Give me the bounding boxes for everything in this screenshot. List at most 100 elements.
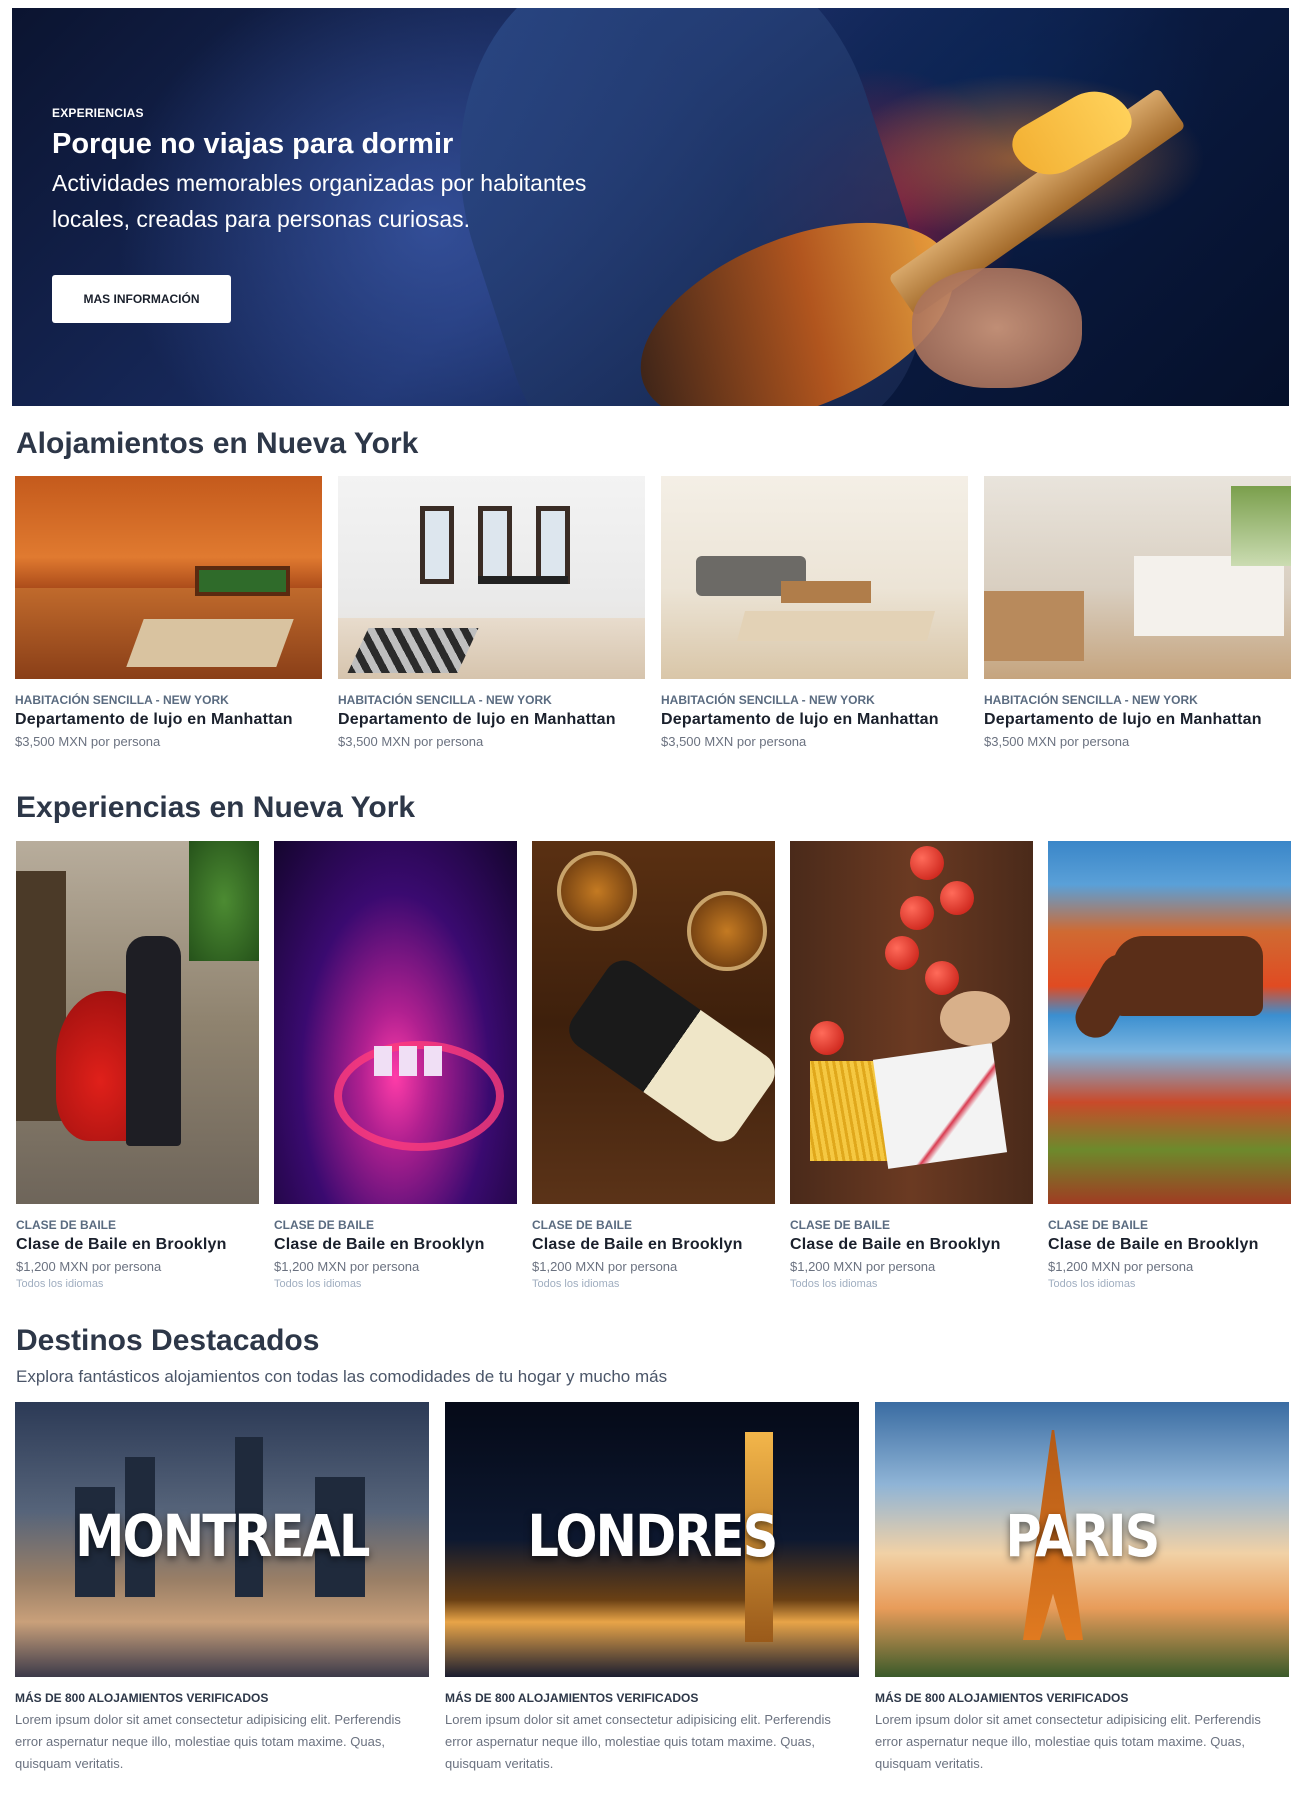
destinations-subtitle: Explora fantásticos alojamientos con tod… — [16, 1367, 668, 1386]
image-detail — [424, 1046, 442, 1076]
accommodation-title[interactable]: Departamento de lujo en Manhattan — [984, 711, 1291, 729]
experience-title[interactable]: Clase de Baile en Brooklyn — [274, 1236, 517, 1254]
experience-image[interactable] — [274, 841, 517, 1204]
accommodation-card[interactable]: HABITACIÓN SENCILLA - NEW YORK Departame… — [661, 476, 968, 749]
destination-label: MÁS DE 800 ALOJAMIENTOS VERIFICADOS — [445, 1691, 699, 1705]
experience-price: $1,200 MXN por persona — [532, 1259, 678, 1274]
accommodation-price: $3,500 MXN por persona — [338, 734, 484, 749]
image-detail — [1231, 486, 1291, 566]
image-detail — [872, 1043, 1008, 1169]
destination-city-name: PARIS — [1005, 1502, 1160, 1570]
destination-city-name: MONTREAL — [75, 1502, 370, 1570]
more-info-button[interactable]: MAS INFORMACIÓN — [52, 275, 231, 323]
experience-price: $1,200 MXN por persona — [790, 1259, 936, 1274]
accommodation-image[interactable] — [984, 476, 1291, 679]
image-detail — [984, 591, 1084, 661]
destination-label: MÁS DE 800 ALOJAMIENTOS VERIFICADOS — [875, 1691, 1129, 1705]
accommodation-image[interactable] — [15, 476, 322, 679]
experience-title[interactable]: Clase de Baile en Brooklyn — [790, 1236, 1033, 1254]
image-detail — [885, 936, 919, 970]
accommodation-image[interactable] — [661, 476, 968, 679]
image-detail — [781, 581, 871, 603]
image-detail — [195, 566, 290, 596]
accommodation-card[interactable]: HABITACIÓN SENCILLA - NEW YORK Departame… — [338, 476, 645, 749]
experience-card[interactable]: CLASE DE BAILE Clase de Baile en Brookly… — [1048, 841, 1291, 1290]
experience-category: CLASE DE BAILE — [532, 1218, 633, 1232]
experience-title[interactable]: Clase de Baile en Brooklyn — [16, 1236, 259, 1254]
experience-title[interactable]: Clase de Baile en Brooklyn — [532, 1236, 775, 1254]
experience-price: $1,200 MXN por persona — [274, 1259, 420, 1274]
destinations-heading: Destinos Destacados — [16, 1324, 320, 1357]
destination-image[interactable]: MONTREAL — [15, 1402, 429, 1677]
destination-image[interactable]: LONDRES — [445, 1402, 859, 1677]
experience-category: CLASE DE BAILE — [790, 1218, 891, 1232]
accommodation-category: HABITACIÓN SENCILLA - NEW YORK — [338, 693, 552, 707]
image-detail — [557, 851, 637, 931]
hero-eyebrow: EXPERIENCIAS — [52, 106, 144, 120]
image-detail — [940, 881, 974, 915]
image-detail — [736, 611, 936, 641]
image-detail — [1134, 556, 1284, 636]
accommodation-price: $3,500 MXN por persona — [15, 734, 161, 749]
accommodation-title[interactable]: Departamento de lujo en Manhattan — [15, 711, 322, 729]
destination-image[interactable]: PARIS — [875, 1402, 1289, 1677]
destination-description: Lorem ipsum dolor sit amet consectetur a… — [445, 1712, 831, 1771]
image-detail — [420, 506, 454, 584]
experience-card[interactable]: CLASE DE BAILE Clase de Baile en Brookly… — [532, 841, 775, 1290]
accommodation-card[interactable]: HABITACIÓN SENCILLA - NEW YORK Departame… — [15, 476, 322, 749]
experience-languages: Todos los idiomas — [1048, 1278, 1136, 1290]
accommodation-card[interactable]: HABITACIÓN SENCILLA - NEW YORK Departame… — [984, 476, 1291, 749]
experience-languages: Todos los idiomas — [532, 1278, 620, 1290]
experience-category: CLASE DE BAILE — [274, 1218, 375, 1232]
image-detail — [687, 891, 767, 971]
image-detail — [910, 846, 944, 880]
accommodation-price: $3,500 MXN por persona — [984, 734, 1130, 749]
image-detail — [810, 1021, 844, 1055]
accommodation-category: HABITACIÓN SENCILLA - NEW YORK — [984, 693, 1198, 707]
image-detail — [536, 506, 570, 584]
destination-description: Lorem ipsum dolor sit amet consectetur a… — [15, 1712, 401, 1771]
hero-hand — [912, 268, 1082, 388]
image-detail — [126, 619, 294, 667]
hero-title: Porque no viajas para dormir — [52, 128, 454, 160]
destination-city-name: LONDRES — [527, 1502, 779, 1570]
image-detail — [126, 936, 181, 1146]
image-detail — [940, 991, 1010, 1046]
image-detail — [478, 506, 512, 584]
destination-card[interactable]: LONDRES MÁS DE 800 ALOJAMIENTOS VERIFICA… — [445, 1402, 859, 1775]
image-detail — [399, 1046, 417, 1076]
hero-subtitle-line: Actividades memorables organizadas por h… — [52, 170, 587, 196]
experience-image[interactable] — [16, 841, 259, 1204]
image-detail — [478, 576, 568, 584]
accommodations-heading: Alojamientos en Nueva York — [16, 427, 419, 460]
destination-card[interactable]: PARIS MÁS DE 800 ALOJAMIENTOS VERIFICADO… — [875, 1402, 1289, 1775]
hero-text: EXPERIENCIAS Porque no viajas para dormi… — [52, 106, 672, 237]
hero-subtitle-line: locales, creadas para personas curiosas. — [52, 206, 471, 232]
hero-banner: EXPERIENCIAS Porque no viajas para dormi… — [12, 8, 1289, 406]
experience-title[interactable]: Clase de Baile en Brooklyn — [1048, 1236, 1291, 1254]
experience-image[interactable] — [790, 841, 1033, 1204]
accommodation-image[interactable] — [338, 476, 645, 679]
experience-card[interactable]: CLASE DE BAILE Clase de Baile en Brookly… — [274, 841, 517, 1290]
image-detail — [561, 952, 775, 1150]
destination-card[interactable]: MONTREAL MÁS DE 800 ALOJAMIENTOS VERIFIC… — [15, 1402, 429, 1775]
experiences-heading: Experiencias en Nueva York — [16, 791, 416, 824]
experience-category: CLASE DE BAILE — [1048, 1218, 1149, 1232]
image-detail — [925, 961, 959, 995]
image-detail — [900, 896, 934, 930]
experience-image[interactable] — [1048, 841, 1291, 1204]
destination-description: Lorem ipsum dolor sit amet consectetur a… — [875, 1712, 1261, 1771]
experience-image[interactable] — [532, 841, 775, 1204]
accommodation-title[interactable]: Departamento de lujo en Manhattan — [338, 711, 645, 729]
accommodation-title[interactable]: Departamento de lujo en Manhattan — [661, 711, 968, 729]
image-detail — [374, 1046, 392, 1076]
experience-card[interactable]: CLASE DE BAILE Clase de Baile en Brookly… — [16, 841, 259, 1290]
accommodation-category: HABITACIÓN SENCILLA - NEW YORK — [661, 693, 875, 707]
image-detail — [334, 1041, 504, 1151]
hero-subtitle: Actividades memorables organizadas por h… — [52, 165, 672, 237]
image-detail — [189, 841, 259, 961]
experience-category: CLASE DE BAILE — [16, 1218, 117, 1232]
experience-price: $1,200 MXN por persona — [1048, 1259, 1194, 1274]
experience-languages: Todos los idiomas — [274, 1278, 362, 1290]
experience-card[interactable]: CLASE DE BAILE Clase de Baile en Brookly… — [790, 841, 1033, 1290]
